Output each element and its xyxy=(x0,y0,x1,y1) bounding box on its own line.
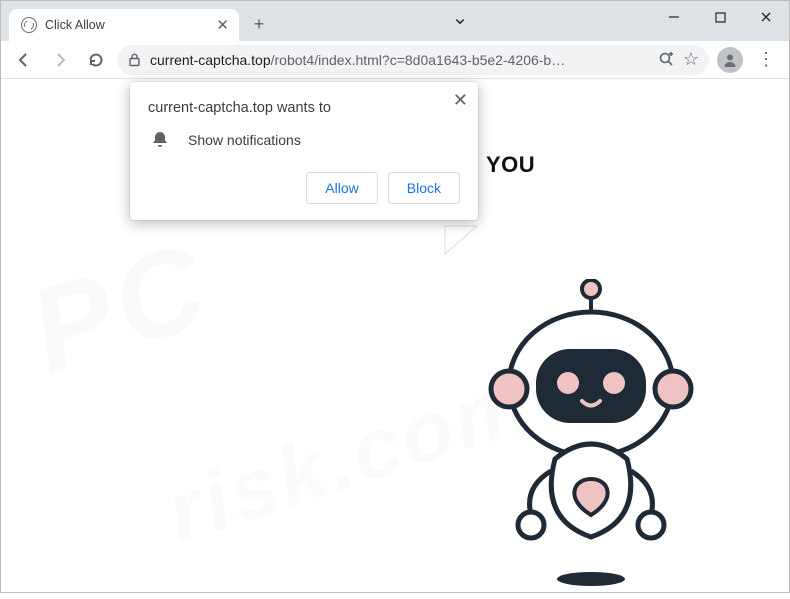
robot-illustration xyxy=(451,279,731,599)
allow-button[interactable]: Allow xyxy=(306,172,377,204)
avatar-icon xyxy=(717,47,743,73)
bookmark-star-icon[interactable]: ☆ xyxy=(683,49,699,70)
speech-bubble-tail xyxy=(443,224,483,264)
globe-icon xyxy=(21,17,37,33)
bell-icon xyxy=(150,130,170,150)
forward-button[interactable] xyxy=(45,45,75,75)
prompt-close-button[interactable]: ✕ xyxy=(453,90,468,111)
page-headline: YOU xyxy=(486,152,535,178)
address-bar[interactable]: current-captcha.top/robot4/index.html?c=… xyxy=(117,45,709,75)
watermark-text: PC xyxy=(14,215,227,401)
block-button[interactable]: Block xyxy=(388,172,460,204)
browser-menu-button[interactable]: ⋮ xyxy=(751,45,781,75)
minimize-icon xyxy=(668,11,680,23)
browser-window: Click Allow ✕ + ⌄ current-captcha.top/ro… xyxy=(0,0,790,593)
tab-title: Click Allow xyxy=(45,18,208,32)
window-controls xyxy=(651,1,789,33)
share-search-icon[interactable] xyxy=(658,51,675,68)
url-text: current-captcha.top/robot4/index.html?c=… xyxy=(150,52,650,68)
close-icon xyxy=(760,11,772,23)
toolbar: current-captcha.top/robot4/index.html?c=… xyxy=(1,41,789,79)
window-close-button[interactable] xyxy=(743,1,789,33)
back-button[interactable] xyxy=(9,45,39,75)
new-tab-button[interactable]: + xyxy=(245,10,273,38)
url-path: /robot4/index.html?c=8d0a1643-b5e2-4206-… xyxy=(271,52,566,68)
prompt-capability-label: Show notifications xyxy=(188,132,301,148)
prompt-capability-row: Show notifications xyxy=(150,130,460,150)
url-host: current-captcha.top xyxy=(150,52,271,68)
arrow-right-icon xyxy=(51,51,69,69)
browser-tab[interactable]: Click Allow ✕ xyxy=(9,9,239,41)
reload-button[interactable] xyxy=(81,45,111,75)
reload-icon xyxy=(87,51,105,69)
minimize-button[interactable] xyxy=(651,1,697,33)
lock-icon xyxy=(127,52,142,67)
profile-avatar[interactable] xyxy=(715,45,745,75)
prompt-buttons: Allow Block xyxy=(148,172,460,204)
page-content: PC risk.com YOU ✕ current-captcha.top wa… xyxy=(1,79,789,592)
tab-list-chevron-icon[interactable]: ⌄ xyxy=(443,1,477,33)
notification-permission-prompt: ✕ current-captcha.top wants to Show noti… xyxy=(130,82,478,220)
maximize-icon xyxy=(715,12,726,23)
tab-close-icon[interactable]: ✕ xyxy=(216,16,229,34)
arrow-left-icon xyxy=(15,51,33,69)
prompt-origin-text: current-captcha.top wants to xyxy=(148,100,460,116)
titlebar: Click Allow ✕ + ⌄ xyxy=(1,1,789,41)
maximize-button[interactable] xyxy=(697,1,743,33)
